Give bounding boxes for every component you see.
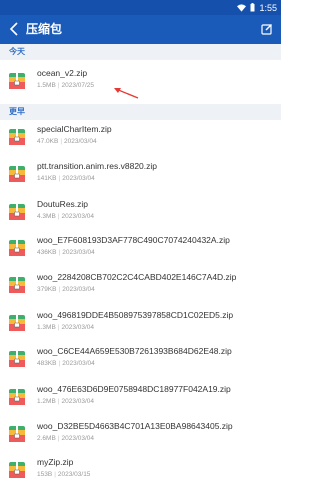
file-meta: 1.5MB | 2023/07/25: [37, 82, 94, 89]
section-header-today: 今天: [0, 44, 281, 60]
arrow-annotation: [114, 88, 139, 99]
battery-icon: [250, 3, 255, 12]
file-name: specialCharItem.zip: [37, 124, 112, 134]
app-bar: 压缩包: [0, 15, 281, 44]
file-size: 2.6MB: [37, 435, 56, 442]
meta-separator: |: [57, 213, 60, 220]
meta-separator: |: [57, 435, 60, 442]
edit-button[interactable]: [259, 21, 275, 37]
file-meta: 2.6MB | 2023/03/04: [37, 435, 94, 442]
file-size: 1.2MB: [37, 398, 56, 405]
file-meta: 153B | 2023/03/15: [37, 471, 90, 478]
meta-separator: |: [58, 360, 61, 367]
file-size: 4.3MB: [37, 213, 56, 220]
file-name: ocean_v2.zip: [37, 68, 88, 78]
meta-separator: |: [57, 398, 60, 405]
file-name: ptt.transition.anim.res.v8820.zip: [37, 161, 158, 171]
meta-separator: |: [54, 471, 56, 478]
file-name: woo_D32BE5D4663B4C701A13E0BA98643405.zip: [37, 421, 233, 431]
file-row[interactable]: woo_D32BE5D4663B4C701A13E0BA98643405.zip…: [0, 416, 281, 453]
meta-separator: |: [57, 82, 60, 89]
meta-separator: |: [57, 324, 60, 331]
file-meta: 47.0KB | 2023/03/04: [37, 138, 97, 145]
file-date: 2023/03/04: [62, 249, 95, 256]
zip-file-icon: [9, 166, 25, 182]
edit-icon: [261, 24, 272, 35]
meta-separator: |: [60, 138, 63, 145]
file-meta: 379KB | 2023/03/04: [37, 286, 95, 293]
file-row[interactable]: woo_476E63D6D9E0758948DC18977F042A19.zip…: [0, 379, 281, 416]
file-row[interactable]: DoutuRes.zip 4.3MB | 2023/03/04: [0, 194, 281, 231]
wifi-icon: [237, 3, 247, 12]
zip-file-icon: [9, 315, 25, 331]
zip-file-icon: [9, 462, 25, 478]
meta-separator: |: [58, 249, 61, 256]
file-name: woo_E7F608193D3AF778C490C7074240432A.zip: [37, 235, 230, 245]
back-button[interactable]: [4, 19, 24, 39]
file-date: 2023/03/04: [61, 398, 95, 405]
file-row[interactable]: woo_2284208CB702C2C4CABD402E146C7A4D.zip…: [0, 267, 281, 304]
status-icons: 1:55: [237, 0, 277, 15]
file-row[interactable]: myZip.zip 153B | 2023/03/15: [0, 452, 281, 489]
file-size: 379KB: [37, 286, 57, 293]
file-size: 436KB: [37, 249, 57, 256]
file-row[interactable]: woo_496819DDE4B508975397858CD1C02ED5.zip…: [0, 305, 281, 342]
file-meta: 436KB | 2023/03/04: [37, 249, 95, 256]
file-size: 1.3MB: [37, 324, 56, 331]
status-bar: 1:55: [0, 0, 281, 15]
zip-file-icon: [9, 351, 25, 367]
file-name: myZip.zip: [37, 457, 74, 467]
file-size: 483KB: [37, 360, 57, 367]
file-row[interactable]: specialCharItem.zip 47.0KB | 2023/03/04: [0, 119, 281, 156]
file-meta: 1.2MB | 2023/03/04: [37, 398, 94, 405]
file-name: woo_476E63D6D9E0758948DC18977F042A19.zip: [37, 384, 231, 394]
file-date: 2023/03/04: [61, 435, 95, 442]
file-date: 2023/03/04: [61, 213, 95, 220]
zip-file-icon: [9, 204, 25, 220]
file-size: 47.0KB: [37, 138, 59, 145]
file-size: 141KB: [37, 175, 57, 182]
zip-file-icon: [9, 240, 25, 256]
file-row[interactable]: ocean_v2.zip 1.5MB | 2023/07/25: [0, 63, 281, 100]
file-date: 2023/03/04: [64, 138, 97, 145]
file-date: 2023/03/04: [62, 175, 95, 182]
file-meta: 4.3MB | 2023/03/04: [37, 213, 94, 220]
zip-file-icon: [9, 129, 25, 145]
page-title: 压缩包: [26, 22, 63, 36]
file-name: woo_C6CE44A659E530B7261393B684D62E48.zip: [37, 346, 232, 356]
chevron-left-icon: [9, 22, 18, 36]
file-size: 153B: [37, 471, 53, 478]
file-row[interactable]: woo_E7F608193D3AF778C490C7074240432A.zip…: [0, 230, 281, 267]
file-date: 2023/03/04: [62, 286, 95, 293]
file-row[interactable]: ptt.transition.anim.res.v8820.zip 141KB |…: [0, 156, 281, 193]
file-date: 2023/07/25: [61, 82, 95, 89]
file-name: DoutuRes.zip: [37, 199, 89, 209]
file-meta: 1.3MB | 2023/03/04: [37, 324, 94, 331]
file-size: 1.5MB: [37, 82, 56, 89]
status-time: 1:55: [259, 2, 277, 13]
file-meta: 141KB | 2023/03/04: [37, 175, 95, 182]
zip-file-icon: [9, 277, 25, 293]
zip-file-icon: [9, 73, 25, 89]
meta-separator: |: [58, 175, 61, 182]
file-date: 2023/03/15: [57, 471, 91, 478]
file-date: 2023/03/04: [62, 360, 95, 367]
file-name: woo_2284208CB702C2C4CABD402E146C7A4D.zip: [37, 272, 237, 282]
zip-file-icon: [9, 389, 25, 405]
file-row[interactable]: woo_C6CE44A659E530B7261393B684D62E48.zip…: [0, 341, 281, 378]
file-name: woo_496819DDE4B508975397858CD1C02ED5.zip: [37, 310, 234, 320]
meta-separator: |: [58, 286, 61, 293]
file-meta: 483KB | 2023/03/04: [37, 360, 95, 367]
zip-file-icon: [9, 426, 25, 442]
section-header-earlier: 更早: [0, 104, 281, 120]
file-date: 2023/03/04: [61, 324, 95, 331]
